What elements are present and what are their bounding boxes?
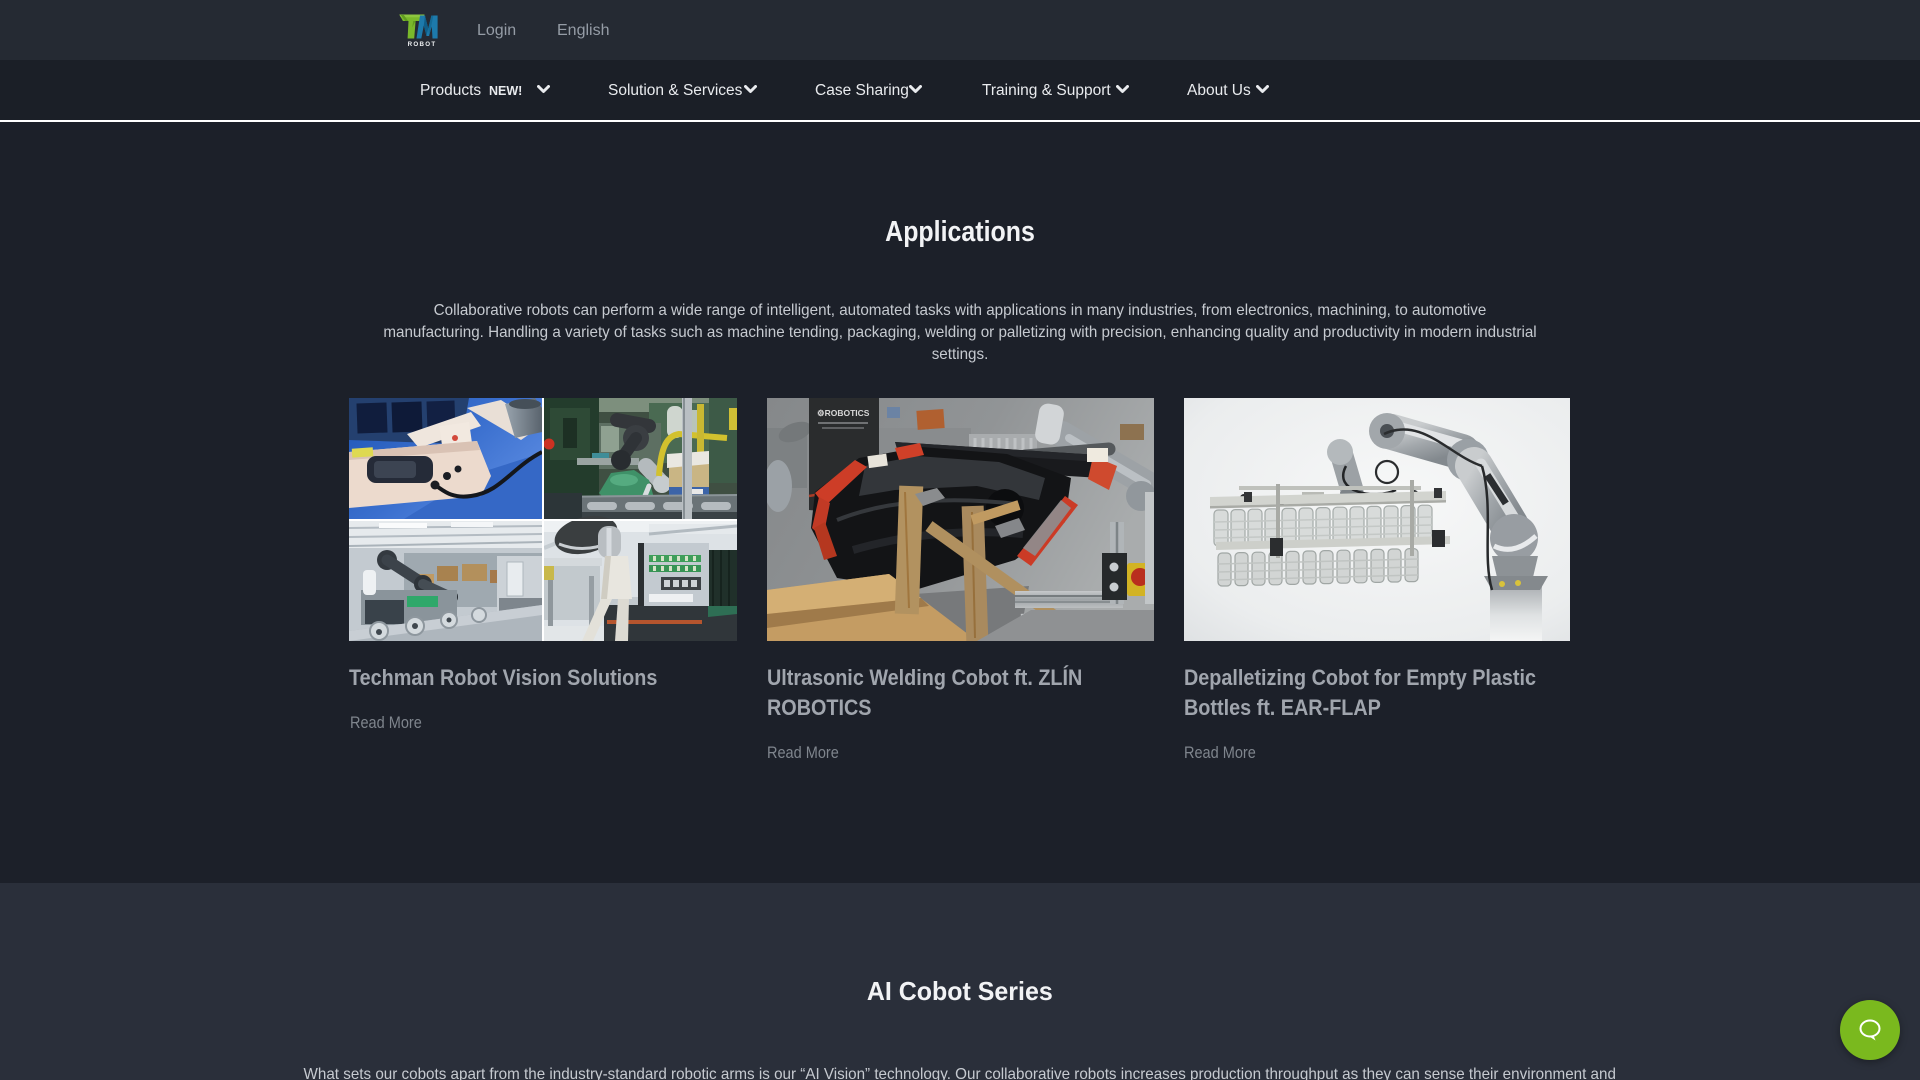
- svg-text:ROBOT: ROBOT: [408, 41, 437, 47]
- svg-text:⚙ROBOTICS: ⚙ROBOTICS: [817, 408, 870, 418]
